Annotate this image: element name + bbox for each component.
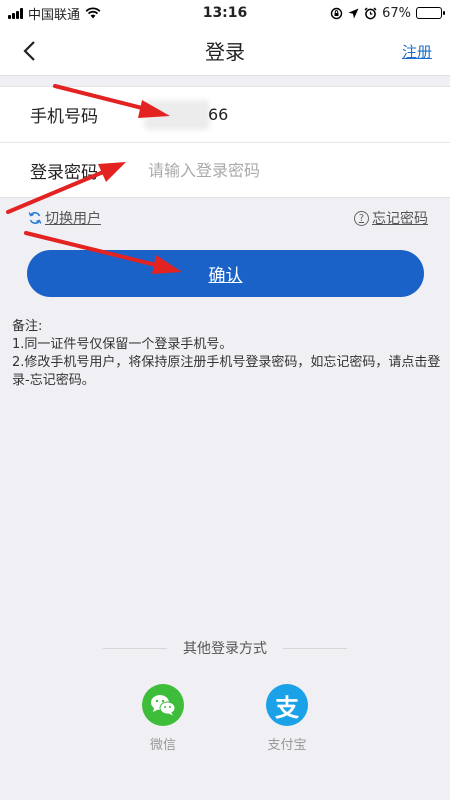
status-right: 67% <box>330 5 445 21</box>
location-icon <box>348 8 359 18</box>
battery-percent: 67% <box>382 5 411 21</box>
notes: 备注: 1.同一证件号仅保留一个登录手机号。 2.修改手机号用户，将保持原注册手… <box>12 318 442 390</box>
battery-icon <box>416 7 445 19</box>
signal-icon <box>8 7 23 19</box>
password-row[interactable]: 登录密码 <box>0 142 450 197</box>
register-link[interactable]: 注册 <box>402 41 432 62</box>
password-input[interactable] <box>148 160 408 180</box>
forgot-password-link[interactable]: ? 忘记密码 <box>354 208 428 228</box>
login-form: 手机号码 66 登录密码 <box>0 86 450 198</box>
phone-label: 手机号码 <box>30 107 98 127</box>
back-button[interactable] <box>14 34 44 68</box>
divider-right <box>283 647 347 649</box>
links-row: 切换用户 ? 忘记密码 <box>0 206 450 230</box>
alipay-glyph: 支 <box>275 693 299 722</box>
chevron-left-icon <box>23 41 35 61</box>
status-bar: 中国联通 13:16 67% <box>0 0 450 26</box>
notes-line-2: 2.修改手机号用户，将保持原注册手机号登录密码，如忘记密码，请点击登录-忘记密码… <box>12 355 441 388</box>
phone-blur-mask <box>148 103 206 126</box>
rotation-lock-icon <box>330 7 343 19</box>
phone-visible-digits: 66 <box>208 105 229 124</box>
forgot-password-label: 忘记密码 <box>372 211 428 227</box>
notes-line-1: 1.同一证件号仅保留一个登录手机号。 <box>12 337 233 352</box>
wechat-icon <box>142 684 184 726</box>
nav-bar: 登录 注册 <box>0 26 450 76</box>
phone-value[interactable]: 66 <box>148 103 229 126</box>
alipay-icon: 支 <box>266 684 308 726</box>
other-login-header: 其他登录方式 <box>0 638 450 658</box>
confirm-label: 确认 <box>208 266 243 286</box>
page-title: 登录 <box>205 40 245 64</box>
confirm-button[interactable]: 确认 <box>27 250 424 297</box>
phone-row[interactable]: 手机号码 66 <box>0 87 450 142</box>
alipay-label: 支付宝 <box>267 738 307 753</box>
third-party-login: 微信 支 支付宝 <box>0 684 450 754</box>
password-label: 登录密码 <box>30 162 98 183</box>
carrier-label: 中国联通 <box>28 7 81 23</box>
question-icon: ? <box>354 210 369 226</box>
wechat-login-button[interactable]: 微信 <box>123 684 203 753</box>
notes-title: 备注: <box>12 319 43 334</box>
status-left: 中国联通 <box>8 4 101 23</box>
wechat-label: 微信 <box>149 738 176 753</box>
wifi-icon <box>85 7 101 19</box>
alarm-icon <box>364 6 377 19</box>
refresh-icon <box>28 212 42 224</box>
other-login-title: 其他登录方式 <box>183 641 267 657</box>
switch-user-link[interactable]: 切换用户 <box>28 208 101 228</box>
divider-left <box>103 647 167 649</box>
switch-user-label: 切换用户 <box>45 211 101 227</box>
alipay-login-button[interactable]: 支 支付宝 <box>247 684 327 753</box>
